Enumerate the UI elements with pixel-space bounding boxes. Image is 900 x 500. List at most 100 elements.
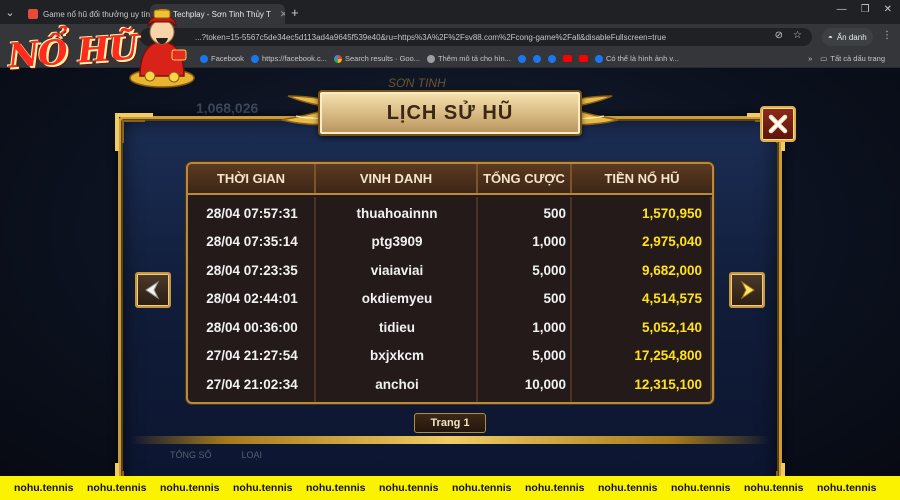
bookmark-label: Facebook (211, 54, 244, 63)
bookmark-label: https://facebook.c... (261, 54, 327, 63)
jackpot-history-table: THỜI GIAN VINH DANH TỔNG CƯỢC TIỀN NỔ HŨ… (186, 162, 714, 404)
cell-winner: tidieu (379, 319, 415, 335)
cell-jackpot: 2,975,040 (641, 234, 702, 250)
ticker-text: nohu.tennis (817, 482, 877, 494)
all-bookmarks[interactable]: ▭ Tất cả dấu trang (820, 54, 885, 63)
bookmark-item[interactable]: Thêm mô tả cho hìn... (427, 54, 511, 63)
column-header-total-bet: TỔNG CƯỢC (478, 164, 572, 193)
eye-slash-icon[interactable]: ⊘ (775, 30, 783, 41)
new-tab-icon[interactable]: + (291, 5, 299, 20)
youtube-icon (578, 55, 588, 62)
bookmark-item[interactable] (562, 55, 572, 62)
promo-ticker: nohu.tennis nohu.tennis nohu.tennis nohu.te… (0, 476, 900, 500)
no-hu-logo: NỔ HŨ (4, 4, 195, 90)
cell-total-bet: 1,000 (532, 234, 566, 250)
cell-total-bet: 5,000 (532, 348, 566, 364)
table-row: 28/04 07:23:35 viaiaviai 5,000 9,682,000 (188, 256, 712, 285)
cell-total-bet: 5,000 (532, 262, 566, 278)
url-field[interactable]: ...?token=15-5567c5de34ec5d113ad4a9645f5… (140, 28, 812, 46)
bookmark-label: Thêm mô tả cho hìn... (438, 54, 511, 63)
cell-time: 28/04 07:35:14 (206, 234, 298, 250)
cell-winner: anchoi (375, 376, 419, 392)
column-header-winner: VINH DANH (316, 164, 478, 193)
bookmark-item[interactable] (547, 54, 556, 63)
folder-icon: ▭ (820, 54, 828, 63)
next-page-button[interactable] (729, 272, 765, 308)
frame-corner-ornament-icon (115, 113, 153, 151)
restore-icon[interactable]: ❐ (861, 4, 870, 15)
ticker-text: nohu.tennis (744, 482, 804, 494)
cell-total-bet: 500 (543, 291, 566, 307)
bookmark-item[interactable] (532, 54, 541, 63)
bookmark-item[interactable] (517, 54, 526, 63)
frame-corner-ornament-icon (115, 463, 124, 476)
cell-winner: okdiemyeu (361, 291, 433, 307)
bookmark-item[interactable] (578, 55, 588, 62)
facebook-icon (200, 54, 208, 63)
bookmark-item[interactable]: Facebook (200, 54, 244, 63)
cell-time: 28/04 07:23:35 (206, 262, 298, 278)
ticker-text: nohu.tennis (14, 482, 74, 494)
close-tab-icon[interactable]: ✕ (280, 9, 285, 20)
arrow-left-icon (145, 280, 160, 300)
close-window-icon[interactable]: ✕ (884, 4, 892, 15)
cell-jackpot: 5,052,140 (641, 319, 702, 335)
bookmark-item[interactable]: https://facebook.c... (250, 54, 327, 63)
globe-icon (427, 54, 436, 63)
all-bookmarks-label: Tất cả dấu trang (830, 54, 885, 63)
omnibox-actions: ⊘ ☆ (775, 30, 802, 41)
url-text: ...?token=15-5567c5de34ec5d113ad4a9645f5… (195, 32, 667, 42)
cell-time: 28/04 02:44:01 (206, 291, 298, 307)
cell-time: 28/04 07:57:31 (206, 205, 298, 221)
ticker-text: nohu.tennis (160, 482, 220, 494)
page-indicator-button[interactable]: Trang 1 (414, 413, 486, 433)
ticker-text: nohu.tennis (233, 482, 293, 494)
more-bookmarks-icon[interactable]: » (808, 54, 812, 63)
background-jackpot-amount: 1,068,026 (196, 100, 259, 116)
bookmark-label: Search results · Goo... (344, 54, 421, 63)
star-icon[interactable]: ☆ (793, 30, 802, 41)
cell-time: 27/04 21:27:54 (206, 348, 298, 364)
google-icon (333, 54, 342, 63)
background-tags: TỔNG SỐ LOẠI (170, 450, 262, 460)
screen: ⌄ Game nổ hũ đổi thưởng uy tín Techplay … (0, 0, 900, 500)
minimize-icon[interactable]: — (837, 4, 847, 15)
cell-jackpot: 4,514,575 (641, 291, 702, 307)
ticker-text: nohu.tennis (525, 482, 585, 494)
cell-jackpot: 17,254,800 (634, 348, 702, 364)
table-row: 28/04 07:35:14 ptg3909 1,000 2,975,040 (188, 228, 712, 257)
arrow-right-icon (740, 280, 755, 300)
cell-total-bet: 1,000 (532, 319, 566, 335)
bookmark-label: Có thể là hình ảnh v... (605, 54, 679, 63)
cell-time: 27/04 21:02:34 (206, 376, 298, 392)
facebook-icon (547, 54, 556, 63)
close-icon (768, 114, 788, 134)
frame-corner-ornament-icon (776, 463, 785, 476)
table-row: 27/04 21:02:34 anchoi 10,000 12,315,100 (188, 370, 712, 399)
cell-winner: viaiaviai (370, 262, 424, 278)
background-tag: LOẠI (241, 450, 263, 460)
bookmark-item[interactable]: Search results · Goo... (333, 54, 421, 63)
browser-menu-icon[interactable]: ⋮ (882, 30, 892, 41)
table-rows: 28/04 07:57:31 thuahoainnn 500 1,570,950… (188, 197, 712, 399)
cell-total-bet: 10,000 (524, 376, 566, 392)
bookmark-item[interactable]: Có thể là hình ảnh v... (594, 54, 679, 63)
cell-time: 28/04 00:36:00 (206, 319, 298, 335)
cell-total-bet: 500 (543, 205, 566, 221)
facebook-icon (250, 54, 259, 63)
incognito-badge[interactable]: ◓ Ẩn danh (822, 28, 873, 46)
bookmarks-right: » ▭ Tất cả dấu trang (808, 54, 892, 63)
ticker-text: nohu.tennis (598, 482, 658, 494)
god-of-wealth-icon (129, 9, 195, 88)
table-row: 28/04 07:57:31 thuahoainnn 500 1,570,950 (188, 199, 712, 228)
cell-jackpot: 12,315,100 (634, 376, 702, 392)
cell-winner: thuahoainnn (356, 205, 438, 221)
table-row: 27/04 21:27:54 bxjxkcm 5,000 17,254,800 (188, 342, 712, 371)
previous-page-button[interactable] (135, 272, 171, 308)
background-tag: TỔNG SỐ (170, 450, 212, 460)
youtube-icon (562, 55, 572, 62)
cell-jackpot: 1,570,950 (641, 205, 702, 221)
close-dialog-button[interactable] (760, 106, 796, 142)
ticker-text: nohu.tennis (306, 482, 366, 494)
game-canvas: 1,068,026 SƠN TINH LỊCH SỬ HŨ THỜI GIAN … (0, 68, 900, 476)
